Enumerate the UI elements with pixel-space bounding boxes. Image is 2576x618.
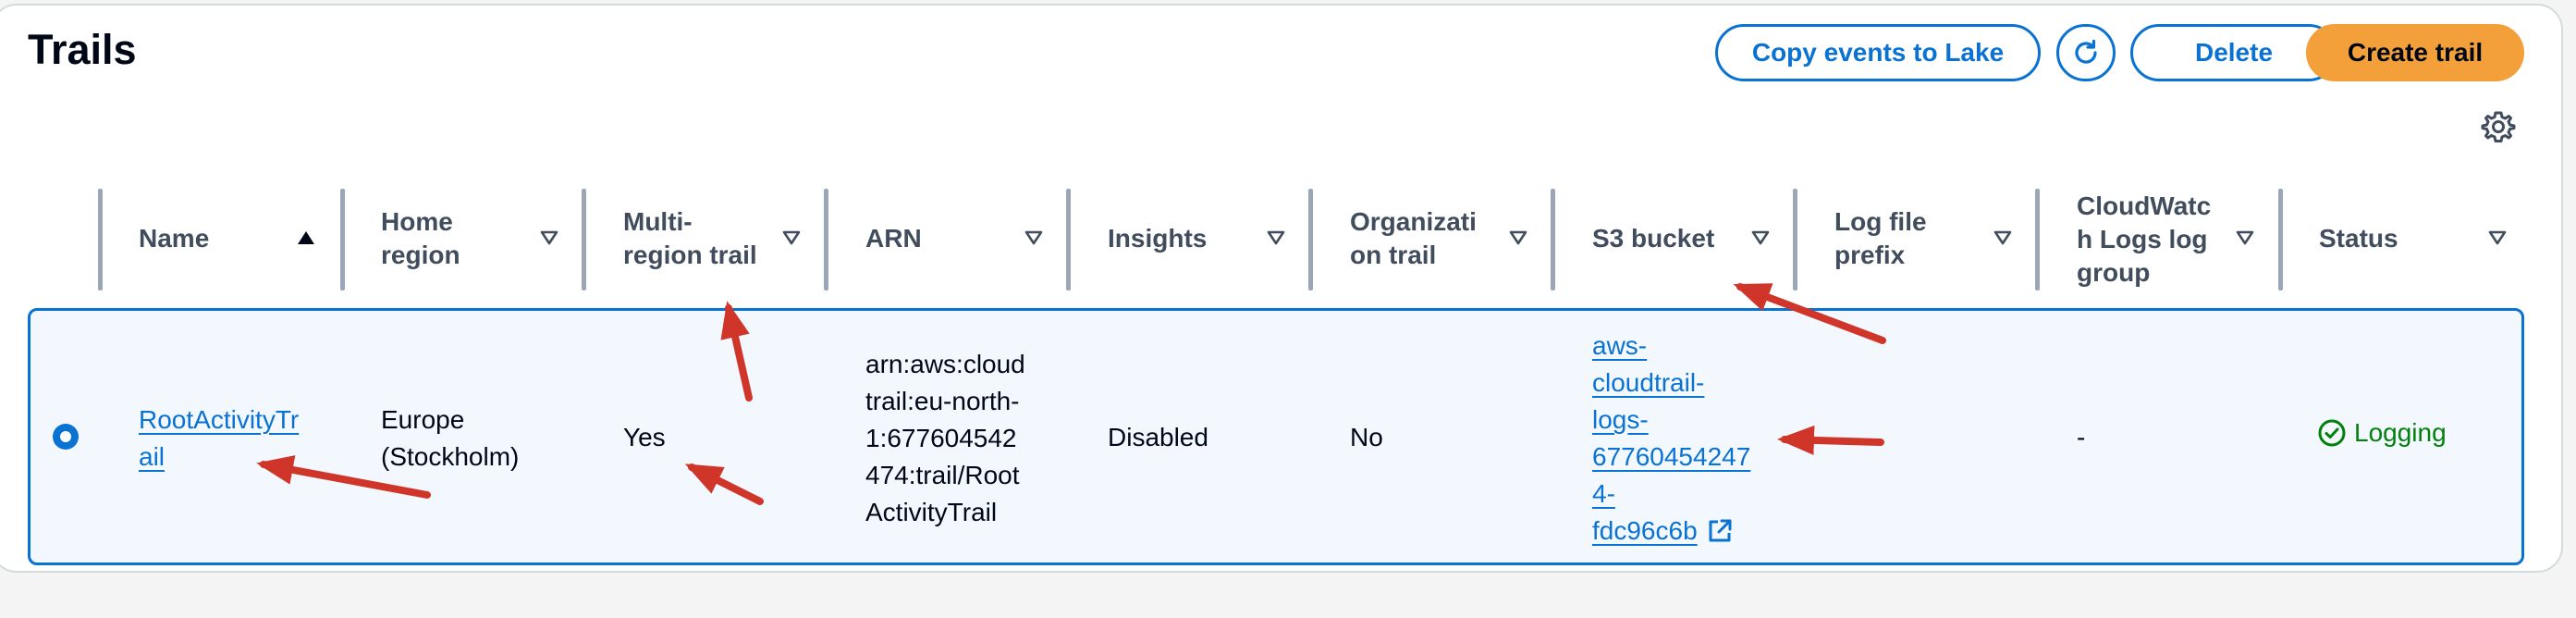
column-resize-handle[interactable]: [340, 189, 345, 290]
column-header-arn[interactable]: ARN: [865, 222, 922, 255]
insights-value: Disabled: [1108, 423, 1208, 451]
column-resize-handle[interactable]: [1793, 189, 1797, 290]
column-header-organization-trail[interactable]: Organizati on trail: [1350, 205, 1477, 272]
page-title: Trails: [28, 26, 137, 73]
log-file-prefix-value: -: [2077, 423, 2086, 451]
status-badge: Logging: [2317, 418, 2447, 448]
column-header-home-region[interactable]: Home region: [381, 205, 460, 272]
sort-caret-down-icon[interactable]: [1508, 229, 1528, 246]
sort-caret-down-icon[interactable]: [539, 229, 559, 246]
refresh-button[interactable]: [2056, 24, 2116, 81]
column-resize-handle[interactable]: [2278, 189, 2283, 290]
multi-region-value: Yes: [623, 423, 666, 451]
organization-trail-value: No: [1350, 423, 1383, 451]
column-header-cloudwatch-logs-group[interactable]: CloudWatc h Logs log group: [2077, 190, 2211, 290]
column-resize-handle[interactable]: [1066, 189, 1071, 290]
sort-caret-down-icon[interactable]: [781, 229, 802, 246]
refresh-icon: [2075, 39, 2097, 64]
sort-caret-down-icon[interactable]: [1024, 229, 1044, 246]
success-check-icon: [2318, 419, 2346, 447]
s3-bucket-link[interactable]: aws- cloudtrail- logs- 67760454247 4- fd…: [1592, 328, 1750, 550]
create-trail-button[interactable]: Create trail: [2306, 24, 2524, 81]
status-label: Logging: [2354, 418, 2447, 447]
column-header-name[interactable]: Name: [139, 222, 209, 255]
column-resize-handle[interactable]: [2035, 189, 2040, 290]
column-header-log-file-prefix[interactable]: Log file prefix: [1834, 205, 1927, 272]
column-resize-handle[interactable]: [1308, 189, 1313, 290]
copy-events-to-lake-button[interactable]: Copy events to Lake: [1715, 24, 2041, 81]
gear-icon[interactable]: [2481, 109, 2516, 144]
external-link-icon: [1709, 519, 1732, 542]
arn-value: arn:aws:cloud trail:eu-north- 1:67760454…: [865, 350, 1025, 526]
sort-ascending-icon[interactable]: [296, 229, 316, 246]
row-select-radio[interactable]: [52, 423, 80, 451]
column-header-multi-region-trail[interactable]: Multi-region trail: [623, 205, 757, 272]
column-divider: [98, 189, 103, 290]
sort-caret-down-icon[interactable]: [1750, 229, 1771, 246]
sort-caret-down-icon[interactable]: [1266, 229, 1286, 246]
sort-caret-down-icon[interactable]: [2235, 229, 2255, 246]
column-header-insights[interactable]: Insights: [1108, 222, 1207, 255]
trail-name-link[interactable]: RootActivityTr ail: [139, 402, 299, 476]
sort-caret-down-icon[interactable]: [2487, 229, 2508, 246]
column-resize-handle[interactable]: [824, 189, 828, 290]
column-header-status[interactable]: Status: [2319, 222, 2398, 255]
column-resize-handle[interactable]: [582, 189, 586, 290]
home-region-value: Europe (Stockholm): [381, 405, 520, 471]
sort-caret-down-icon[interactable]: [1993, 229, 2013, 246]
column-resize-handle[interactable]: [1551, 189, 1555, 290]
column-header-s3-bucket[interactable]: S3 bucket: [1592, 222, 1714, 255]
